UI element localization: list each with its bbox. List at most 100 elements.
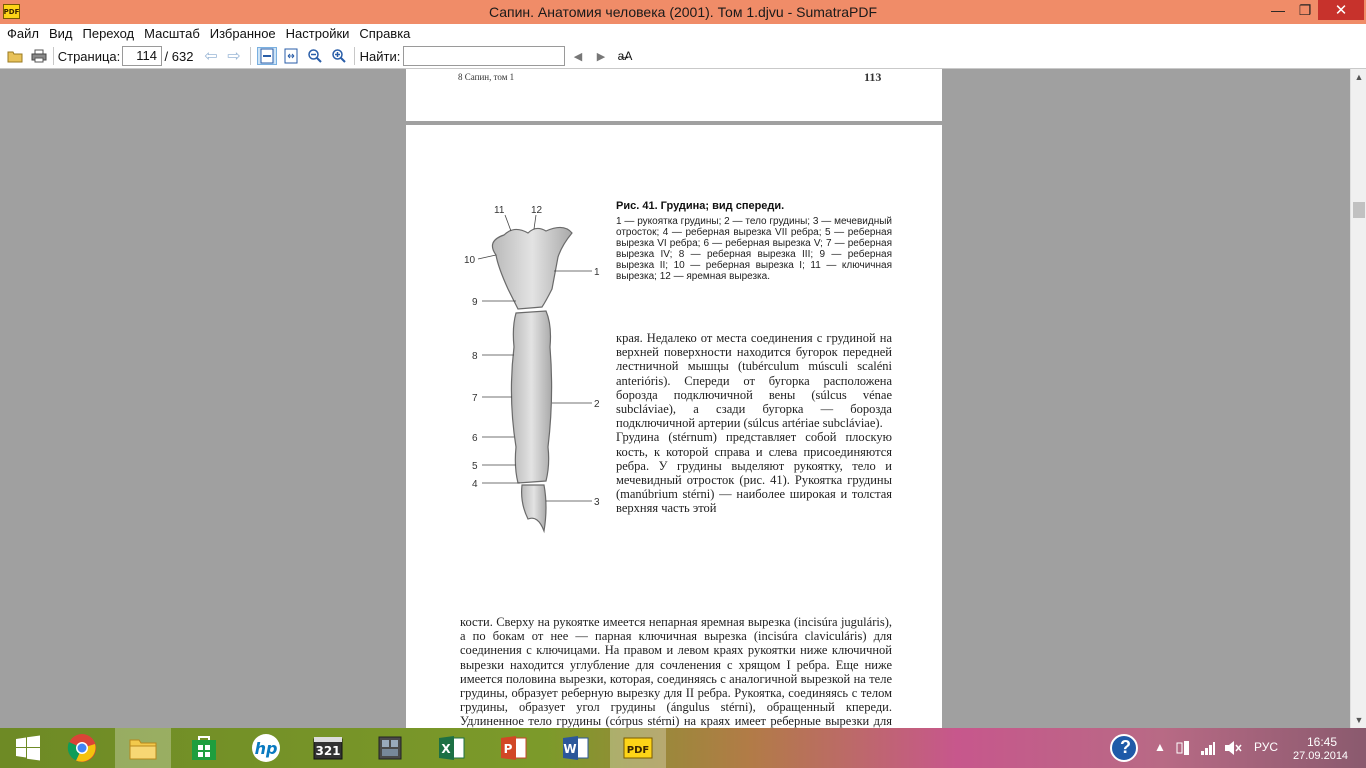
figure-caption: Рис. 41. Грудина; вид спереди. 1 — рукоя…	[616, 200, 892, 283]
title-bar: PDF Сапин. Анатомия человека (2001). Том…	[0, 0, 1366, 24]
document-canvas[interactable]: 8 Сапин, том 1 113 11 12 10 1 9 8 7 2 6 …	[0, 69, 1350, 728]
zoom-in-button[interactable]	[330, 47, 348, 65]
scroll-thumb[interactable]	[1353, 202, 1365, 218]
taskbar-chrome[interactable]	[54, 728, 110, 768]
toolbar-separator	[354, 47, 355, 65]
fit-width-button[interactable]	[282, 47, 300, 65]
tray-device-button[interactable]	[1176, 740, 1190, 759]
page-total: / 632	[164, 48, 194, 64]
open-folder-icon	[7, 51, 23, 63]
body-text-full: кости. Сверху на рукоятке имеется непарн…	[460, 615, 892, 728]
previous-page-button[interactable]: ⇦	[202, 47, 220, 65]
start-button[interactable]	[0, 728, 56, 768]
signal-bars-icon	[1201, 742, 1215, 755]
fit-page-button[interactable]	[257, 47, 277, 65]
sumatrapdf-icon: PDF	[623, 737, 653, 759]
menu-goto[interactable]: Переход	[78, 25, 140, 43]
caption-body: 1 — рукоятка грудины; 2 — тело грудины; …	[616, 216, 892, 282]
menu-file[interactable]: Файл	[2, 25, 44, 43]
taskbar-store[interactable]	[176, 728, 232, 768]
arrow-right-icon: ⇨	[227, 48, 241, 65]
next-page-button[interactable]: ⇨	[225, 47, 243, 65]
find-next-button[interactable]: ▶	[593, 47, 609, 65]
language-indicator[interactable]: РУС	[1254, 740, 1278, 754]
open-button[interactable]	[6, 47, 24, 65]
taskbar: hp 321 X P W PDF ? ▲ РУС 16:45 27.09.201…	[0, 728, 1366, 768]
vertical-scrollbar[interactable]: ▲ ▼	[1350, 69, 1366, 728]
toolbar-separator	[53, 47, 54, 65]
zoom-out-icon	[308, 49, 322, 63]
minimize-button[interactable]: —	[1264, 0, 1292, 20]
taskbar-media-player[interactable]: 321	[300, 728, 356, 768]
fit-page-icon	[260, 48, 274, 64]
app-window-icon	[378, 736, 402, 760]
taskbar-sumatrapdf[interactable]: PDF	[610, 728, 666, 768]
taskbar-hp[interactable]: hp	[238, 728, 294, 768]
chevron-up-icon: ▲	[1354, 72, 1364, 82]
find-label: Найти:	[359, 48, 401, 64]
menu-favorites[interactable]: Избранное	[205, 25, 281, 43]
figure-label-8: 8	[472, 351, 478, 362]
figure-label-5: 5	[472, 461, 478, 472]
menu-bar: Файл Вид Переход Масштаб Избранное Настр…	[0, 24, 1366, 43]
tray-network-button[interactable]	[1200, 740, 1216, 759]
svg-text:hp: hp	[255, 739, 278, 758]
taskbar-app-window[interactable]	[362, 728, 418, 768]
fit-width-icon	[284, 48, 298, 64]
figure-label-9: 9	[472, 297, 478, 308]
menu-settings[interactable]: Настройки	[281, 25, 355, 43]
menu-help[interactable]: Справка	[354, 25, 415, 43]
triangle-right-icon: ▶	[596, 50, 606, 63]
menu-zoom[interactable]: Масштаб	[139, 25, 205, 43]
printer-icon	[31, 49, 47, 63]
clock-time[interactable]: 16:45	[1307, 735, 1337, 749]
find-input[interactable]	[403, 46, 565, 66]
restore-button[interactable]: ❐	[1292, 0, 1318, 20]
device-icon	[1176, 741, 1189, 755]
match-case-icon: a̶A	[617, 49, 633, 63]
close-button[interactable]: ✕	[1318, 0, 1364, 20]
page-current: 11 12 10 1 9 8 7 2 6 5 4 3 Рис. 41. Груд…	[406, 125, 942, 728]
chevron-up-icon: ▲	[1154, 740, 1166, 754]
tray-overflow-button[interactable]: ▲	[1154, 740, 1166, 754]
xiphoid-shape	[521, 484, 547, 534]
store-icon	[192, 736, 216, 760]
media-player-321-icon: 321	[313, 737, 343, 760]
help-glyph: ?	[1120, 737, 1131, 757]
page-number-input[interactable]: 114	[122, 46, 162, 66]
toolbar: Страница: 114 / 632 ⇦ ⇨ Найти: ◀ ▶ a̶A	[0, 43, 1366, 69]
svg-text:321: 321	[315, 744, 340, 758]
figure-label-10: 10	[464, 255, 476, 266]
svg-text:P: P	[504, 742, 513, 756]
scroll-up-button[interactable]: ▲	[1351, 69, 1366, 85]
hp-logo-icon: hp	[252, 734, 280, 762]
toolbar-separator	[250, 47, 251, 65]
manubrium-shape	[491, 226, 573, 310]
svg-text:PDF: PDF	[627, 745, 649, 756]
figure-label-6: 6	[472, 433, 478, 444]
page-previous: 8 Сапин, том 1 113	[406, 69, 942, 121]
menu-view[interactable]: Вид	[44, 25, 78, 43]
speaker-muted-icon	[1225, 741, 1242, 755]
excel-icon: X	[439, 736, 465, 760]
find-previous-button[interactable]: ◀	[570, 47, 586, 65]
figure-label-12: 12	[531, 205, 543, 216]
chrome-icon	[67, 734, 96, 762]
match-case-button[interactable]: a̶A	[616, 47, 634, 65]
print-button[interactable]	[30, 47, 48, 65]
figure-label-3: 3	[594, 497, 600, 508]
taskbar-powerpoint[interactable]: P	[486, 728, 542, 768]
zoom-out-button[interactable]	[306, 47, 324, 65]
page-label: Страница:	[57, 48, 121, 64]
caption-title: Рис. 41. Грудина; вид спереди.	[616, 200, 785, 212]
window-title: Сапин. Анатомия человека (2001). Том 1.d…	[488, 4, 878, 20]
tray-volume-button[interactable]	[1224, 740, 1242, 759]
taskbar-excel[interactable]: X	[424, 728, 480, 768]
svg-text:W: W	[563, 742, 576, 756]
triangle-left-icon: ◀	[573, 50, 583, 63]
clock-date[interactable]: 27.09.2014	[1293, 750, 1348, 762]
taskbar-word[interactable]: W	[548, 728, 604, 768]
windows-logo-icon	[16, 735, 40, 761]
scroll-down-button[interactable]: ▼	[1351, 712, 1366, 728]
taskbar-file-explorer[interactable]	[115, 728, 171, 768]
